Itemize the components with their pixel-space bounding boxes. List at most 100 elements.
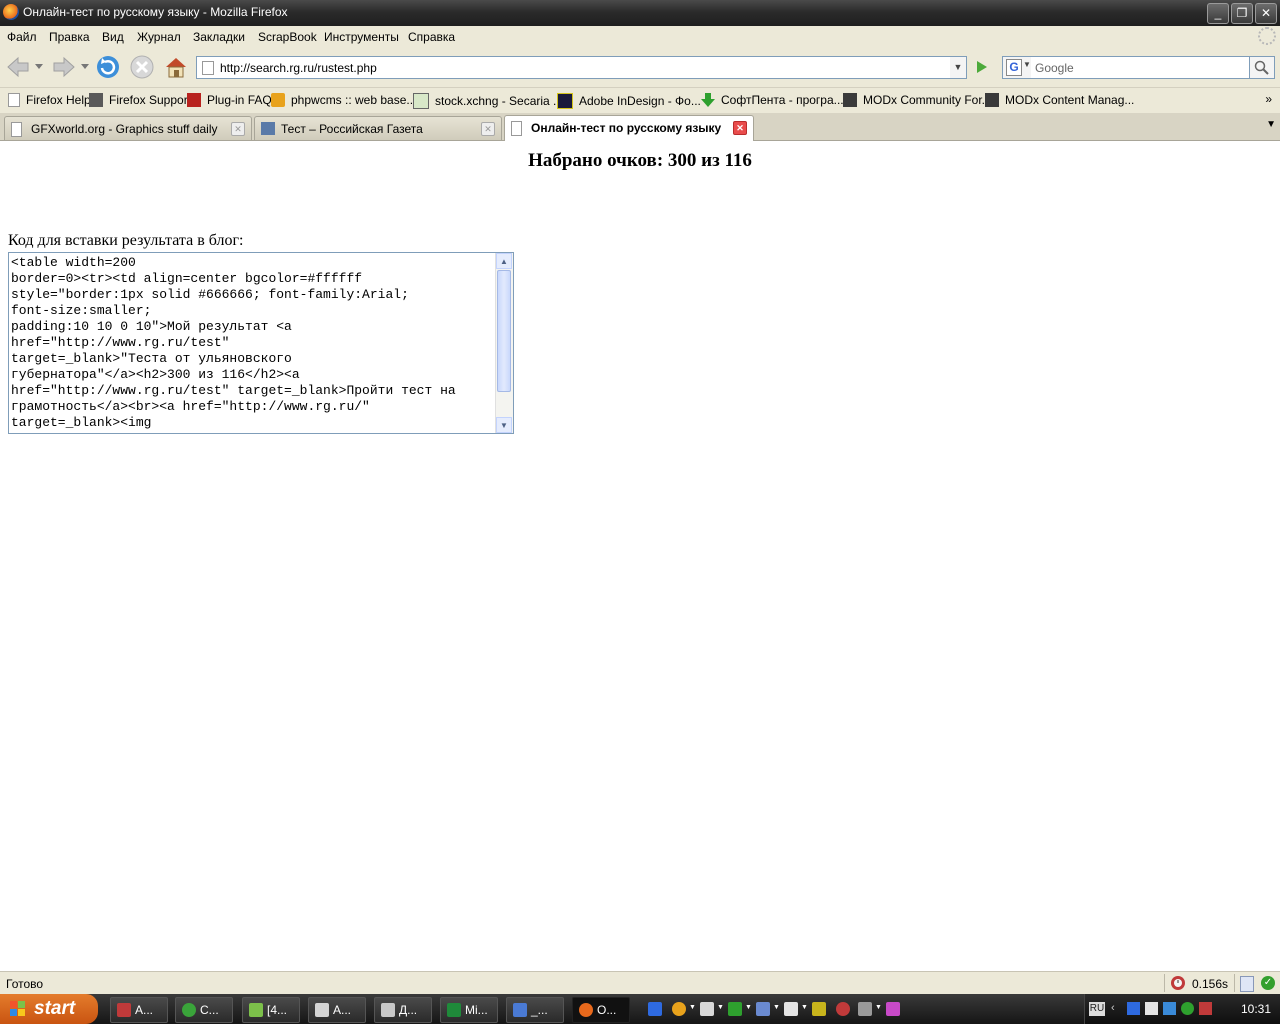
timer-icon[interactable] xyxy=(1170,975,1186,991)
chevron-down-icon[interactable]: ▼ xyxy=(745,1004,752,1011)
bookmark-firefox-support[interactable]: Firefox Support xyxy=(89,93,191,107)
forward-history-dropdown[interactable] xyxy=(79,52,91,82)
start-label: start xyxy=(34,998,76,1019)
taskbar-item[interactable]: A... xyxy=(110,997,168,1023)
quicklaunch-icon[interactable] xyxy=(812,1002,826,1016)
menu-tools[interactable]: Инструменты xyxy=(324,30,399,44)
tab-label: GFXworld.org - Graphics stuff daily xyxy=(31,122,218,136)
tray-icon[interactable] xyxy=(1181,1002,1194,1015)
embed-code-text[interactable]: <table width=200 border=0><tr><td align=… xyxy=(11,255,493,431)
menu-edit[interactable]: Правка xyxy=(49,30,90,44)
menu-file[interactable]: Файл xyxy=(7,30,37,44)
scrollbar-thumb[interactable] xyxy=(497,270,511,392)
taskbar-item-label: A... xyxy=(333,1003,352,1017)
zine-icon xyxy=(89,93,103,107)
home-button[interactable] xyxy=(162,52,190,82)
start-button[interactable]: start xyxy=(0,994,98,1024)
bookmark-adobe-indesign[interactable]: Adobe InDesign - Фо... xyxy=(557,93,701,109)
taskbar-item-firefox[interactable]: O... xyxy=(572,997,630,1023)
tab-rg-test[interactable]: Тест – Российская Газета ✕ xyxy=(254,116,502,140)
quicklaunch-icon[interactable] xyxy=(648,1002,662,1016)
go-button[interactable] xyxy=(970,56,992,77)
menu-help[interactable]: Справка xyxy=(408,30,455,44)
language-indicator[interactable]: RU xyxy=(1089,1002,1105,1016)
reader-icon[interactable] xyxy=(1240,976,1254,992)
url-history-dropdown[interactable]: ▼ xyxy=(950,56,967,79)
menu-view[interactable]: Вид xyxy=(102,30,124,44)
quicklaunch-icon[interactable] xyxy=(728,1002,742,1016)
quicklaunch-icon[interactable] xyxy=(886,1002,900,1016)
tray-icon[interactable] xyxy=(1163,1002,1176,1015)
chevron-down-icon[interactable]: ▼ xyxy=(875,1004,882,1011)
menu-bookmarks[interactable]: Закладки xyxy=(193,30,245,44)
bookmark-plugin-faq[interactable]: Plug-in FAQ xyxy=(187,93,272,107)
bookmark-phpwcms[interactable]: phpwcms :: web base... xyxy=(271,93,416,107)
status-text: Готово xyxy=(6,977,44,991)
back-history-dropdown[interactable] xyxy=(33,52,45,82)
taskbar-item[interactable]: _... xyxy=(506,997,564,1023)
quicklaunch-icon[interactable] xyxy=(672,1002,686,1016)
search-button[interactable] xyxy=(1250,56,1275,79)
search-input[interactable]: Google xyxy=(1031,56,1250,79)
taskbar-item-label: C... xyxy=(200,1003,219,1017)
back-button[interactable] xyxy=(4,52,32,82)
bookmark-label: Firefox Support xyxy=(109,93,192,107)
tray-icon[interactable] xyxy=(1145,1002,1158,1015)
quicklaunch-icon[interactable] xyxy=(836,1002,850,1016)
reload-icon xyxy=(97,56,119,78)
chevron-down-icon[interactable]: ▼ xyxy=(773,1004,780,1011)
stop-button[interactable] xyxy=(128,52,156,82)
tab-close-icon[interactable]: ✕ xyxy=(231,122,245,136)
taskbar-item[interactable]: C... xyxy=(175,997,233,1023)
scroll-down-icon[interactable]: ▼ xyxy=(496,417,512,433)
bookmark-label: MODx Content Manag... xyxy=(1005,93,1135,107)
bookmark-label: Plug-in FAQ xyxy=(207,93,272,107)
quicklaunch-icon[interactable] xyxy=(784,1002,798,1016)
tab-online-test[interactable]: Онлайн-тест по русскому языку ✕ xyxy=(504,115,754,141)
stop-icon xyxy=(130,55,154,79)
search-engine-selector[interactable]: G ▼ xyxy=(1002,56,1032,79)
tab-label: Тест – Российская Газета xyxy=(281,122,423,136)
bookmarks-overflow-button[interactable]: » xyxy=(1265,92,1272,106)
taskbar-item[interactable]: A... xyxy=(308,997,366,1023)
bookmark-modx-community[interactable]: MODx Community For... xyxy=(843,93,992,107)
menu-scrapbook[interactable]: ScrapBook xyxy=(258,30,317,44)
bookmark-modx-content-manager[interactable]: MODx Content Manag... xyxy=(985,93,1134,107)
tab-close-icon[interactable]: ✕ xyxy=(733,121,747,135)
close-button[interactable]: ✕ xyxy=(1255,3,1277,24)
load-time: 0.156s xyxy=(1192,977,1229,991)
chevron-down-icon xyxy=(81,64,89,69)
maximize-button[interactable]: ❐ xyxy=(1231,3,1253,24)
url-bar[interactable]: http://search.rg.ru/rustest.php xyxy=(196,56,952,79)
forward-button[interactable] xyxy=(50,52,78,82)
tab-list-button[interactable]: ▼ xyxy=(1266,119,1276,130)
embed-code-textarea[interactable]: <table width=200 border=0><tr><td align=… xyxy=(8,252,514,434)
quicklaunch-icon[interactable] xyxy=(858,1002,872,1016)
menu-history[interactable]: Журнал xyxy=(137,30,181,44)
tab-close-icon[interactable]: ✕ xyxy=(481,122,495,136)
chevron-down-icon[interactable]: ▼ xyxy=(717,1004,724,1011)
check-icon[interactable]: ✓ xyxy=(1261,976,1275,990)
scroll-up-icon[interactable]: ▲ xyxy=(496,253,512,269)
taskbar-item[interactable]: Д... xyxy=(374,997,432,1023)
quicklaunch-icon[interactable] xyxy=(700,1002,714,1016)
bookmark-firefox-help[interactable]: Firefox Help xyxy=(8,93,91,107)
minimize-button[interactable]: _ xyxy=(1207,3,1229,24)
tab-gfxworld[interactable]: GFXworld.org - Graphics stuff daily ✕ xyxy=(4,116,252,140)
phpwcms-icon xyxy=(271,93,285,107)
bookmark-stock-xchng[interactable]: stock.xchng - Secaria ... xyxy=(413,93,563,109)
tray-icon[interactable] xyxy=(1127,1002,1140,1015)
reload-button[interactable] xyxy=(94,52,122,82)
taskbar: start A... C... [4... A... Д... Mi... _.… xyxy=(0,994,1280,1024)
bookmark-softpenta[interactable]: СофтПента - програ... xyxy=(701,93,844,107)
tray-expand-icon[interactable]: ‹ xyxy=(1111,1002,1115,1014)
taskbar-item[interactable]: Mi... xyxy=(440,997,498,1023)
chevron-down-icon[interactable]: ▼ xyxy=(801,1004,808,1011)
quicklaunch-icon[interactable] xyxy=(756,1002,770,1016)
app-icon xyxy=(117,1003,131,1017)
textarea-scrollbar[interactable]: ▲ ▼ xyxy=(495,253,513,433)
taskbar-item[interactable]: [4... xyxy=(242,997,300,1023)
chevron-down-icon[interactable]: ▼ xyxy=(689,1004,696,1011)
windows-flag-icon xyxy=(10,1001,25,1016)
tray-icon[interactable] xyxy=(1199,1002,1212,1015)
